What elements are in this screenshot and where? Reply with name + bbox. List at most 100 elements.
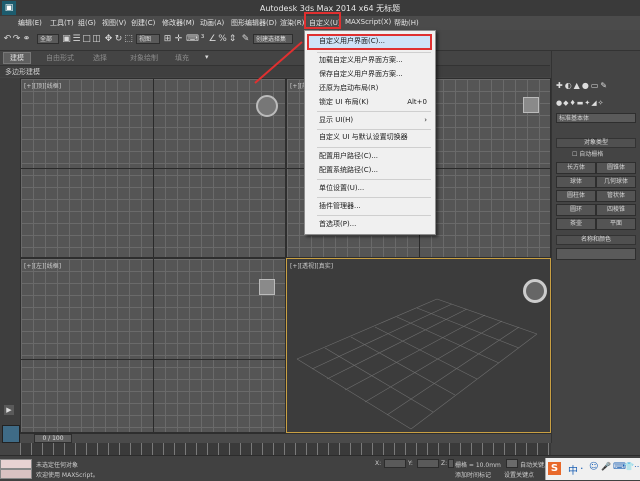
move-icon[interactable]: ✥ <box>104 34 113 44</box>
pivot-icon[interactable]: ⊞ <box>163 34 172 44</box>
object-name-field[interactable] <box>556 248 636 260</box>
viewport-layout-icon[interactable] <box>2 425 20 443</box>
rect-region-icon[interactable]: □ <box>82 34 91 44</box>
menu-item-configure-user-paths[interactable]: 配置用户路径(C)... <box>319 151 433 162</box>
create-category-icons[interactable]: ●◆♦▬✦◢✧ <box>556 99 636 109</box>
teapot-button[interactable]: 茶壶 <box>556 218 596 230</box>
menu-edit[interactable]: 编辑(E) <box>18 18 42 28</box>
viewcube-icon[interactable] <box>523 97 539 113</box>
menu-create[interactable]: 创建(C) <box>131 18 155 28</box>
menu-item-customize-ui[interactable]: 自定义用户界面(C)... <box>319 36 433 47</box>
set-key-label[interactable]: 设置关键点 <box>504 470 534 479</box>
menu-rendering[interactable]: 渲染(R) <box>280 18 304 28</box>
menu-item-label: 显示 UI(H) <box>319 116 354 124</box>
viewport-left[interactable]: [+][左][线框] <box>20 258 286 433</box>
viewport-label[interactable]: [+][顶][线框] <box>24 81 61 90</box>
maxscript-mini-field[interactable] <box>0 469 32 479</box>
rollout-name-and-color[interactable]: 名称和颜色 <box>556 235 636 245</box>
ribbon-tab-modeling[interactable]: 建模 <box>3 52 31 64</box>
link-icon[interactable]: ⚭ <box>22 34 31 44</box>
geosphere-button[interactable]: 几何球体 <box>596 176 636 188</box>
cylinder-button[interactable]: 圆柱体 <box>556 190 596 202</box>
menu-item-lock-ui-layout[interactable]: 锁定 UI 布局(K) Alt+0 <box>319 97 433 108</box>
add-time-tag[interactable]: 添加时间标记 <box>455 470 491 479</box>
x-coord-field[interactable] <box>384 459 406 468</box>
z-coord-field[interactable] <box>448 459 454 468</box>
plane-button[interactable]: 平面 <box>596 218 636 230</box>
ribbon-panel-label: 多边形建模 <box>5 68 40 76</box>
menu-item-preferences[interactable]: 首选项(P)... <box>319 219 433 230</box>
snap-toggle-icon[interactable]: ³ <box>198 34 207 44</box>
ribbon-tab-object-paint[interactable]: 对象绘制 <box>130 53 158 63</box>
window-crossing-icon[interactable]: ◫ <box>92 34 101 44</box>
angle-snap-icon[interactable]: ∠ <box>208 34 217 44</box>
ribbon-tab-freeform[interactable]: 自由形式 <box>46 53 74 63</box>
y-coord-label: Y: <box>408 460 413 467</box>
chinese-mode-icon[interactable]: 中 <box>568 462 578 477</box>
menu-graph-editors[interactable]: 图形编辑器(D) <box>231 18 277 28</box>
cone-button[interactable]: 圆锥体 <box>596 162 636 174</box>
sphere-button[interactable]: 球体 <box>556 176 596 188</box>
track-bar[interactable] <box>20 443 551 455</box>
box-button[interactable]: 长方体 <box>556 162 596 174</box>
rotate-icon[interactable]: ↻ <box>114 34 123 44</box>
undo-icon[interactable]: ↶ <box>3 34 12 44</box>
menu-modifiers[interactable]: 修改器(M) <box>162 18 195 28</box>
perspective-grid <box>296 298 538 430</box>
percent-snap-icon[interactable]: % <box>218 34 227 44</box>
menu-item-units-setup[interactable]: 单位设置(U)... <box>319 183 433 194</box>
more-options-icon[interactable]: ⋯ <box>634 462 640 471</box>
tube-button[interactable]: 管状体 <box>596 190 636 202</box>
y-coord-field[interactable] <box>417 459 439 468</box>
redo-icon[interactable]: ↷ <box>12 34 21 44</box>
menu-tools[interactable]: 工具(T) <box>50 18 74 28</box>
menu-maxscript[interactable]: MAXScript(X) <box>345 18 391 26</box>
viewport-label[interactable]: [+][左][线框] <box>24 261 61 270</box>
menu-item-revert-startup-layout[interactable]: 还原为启动布局(R) <box>319 83 433 94</box>
menu-views[interactable]: 视图(V) <box>102 18 126 28</box>
punctuation-icon[interactable]: · <box>580 462 584 475</box>
select-object-icon[interactable]: ▣ <box>62 34 71 44</box>
ribbon-tab-selection[interactable]: 选择 <box>93 53 107 63</box>
keyboard-shortcut-icon[interactable]: ⌨ <box>186 34 199 44</box>
app-logo-icon[interactable]: ▣ <box>2 1 16 15</box>
scale-icon[interactable]: ⬚ <box>124 34 133 44</box>
sogou-ime-icon[interactable]: S <box>548 462 561 475</box>
select-by-name-icon[interactable]: ☰ <box>72 34 81 44</box>
menu-item-plugin-manager[interactable]: 插件管理器... <box>319 201 433 212</box>
left-strip: ▶ <box>0 78 20 443</box>
expand-arrow-icon[interactable]: ▶ <box>4 405 14 415</box>
menu-group[interactable]: 组(G) <box>78 18 96 28</box>
reference-coord-select[interactable]: 视图 <box>136 34 160 44</box>
spinner-snap-icon[interactable]: ⇕ <box>228 34 237 44</box>
panel-tab-icons[interactable]: ✚◐▲●▭✎ <box>556 81 636 91</box>
manipulate-icon[interactable]: ✛ <box>174 34 183 44</box>
torus-button[interactable]: 圆环 <box>556 204 596 216</box>
viewport-top[interactable]: [+][顶][线框] <box>20 78 286 258</box>
viewport-perspective[interactable]: [+][透视][真实] <box>286 258 551 433</box>
menu-item-configure-system-paths[interactable]: 配置系统路径(C)... <box>319 165 433 176</box>
edit-named-selection-icon[interactable]: ✎ <box>241 34 250 44</box>
emoji-icon[interactable]: ☺ <box>589 462 598 472</box>
voice-input-icon[interactable]: 🎤 <box>601 462 611 471</box>
key-mode-button[interactable] <box>506 459 518 468</box>
menu-item-ui-defaults-switcher[interactable]: 自定义 UI 与默认设置切换器 <box>319 132 433 143</box>
menu-item-show-ui[interactable]: 显示 UI(H) › <box>319 115 433 126</box>
maxscript-listener-field[interactable] <box>0 459 32 469</box>
viewcube-icon[interactable] <box>523 279 547 303</box>
viewcube-icon[interactable] <box>256 95 278 117</box>
viewcube-icon[interactable] <box>259 279 275 295</box>
time-slider-thumb[interactable]: 0 / 100 <box>34 434 72 443</box>
primitive-type-select[interactable]: 标准基本体 <box>556 113 636 123</box>
menu-item-save-ui-scheme[interactable]: 保存自定义用户界面方案... <box>319 69 433 80</box>
ribbon-tab-populate[interactable]: 填充 <box>175 53 189 63</box>
menu-animation[interactable]: 动画(A) <box>200 18 224 28</box>
skin-icon[interactable]: 👕 <box>624 462 634 471</box>
pyramid-button[interactable]: 四棱锥 <box>596 204 636 216</box>
selection-filter-select[interactable]: 全部 <box>37 34 59 44</box>
menu-item-load-ui-scheme[interactable]: 加载自定义用户界面方案... <box>319 55 433 66</box>
rollout-object-type[interactable]: 对象类型 <box>556 138 636 148</box>
ribbon-options-icon[interactable]: ▾ <box>205 53 209 61</box>
menu-help[interactable]: 帮助(H) <box>394 18 419 28</box>
autogrid-checkbox[interactable]: ☐ 自动栅格 <box>572 149 603 158</box>
